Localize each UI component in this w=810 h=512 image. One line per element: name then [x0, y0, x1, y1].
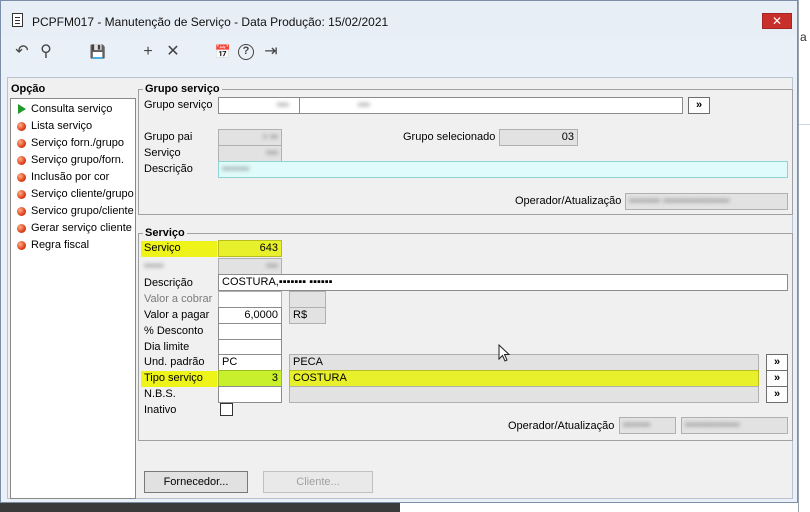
save-icon[interactable]: 💾 [89, 43, 107, 61]
bullet-icon [17, 190, 26, 199]
option-gerar-servico-cliente[interactable]: Gerar serviço cliente [15, 220, 137, 237]
help-icon[interactable]: ? [238, 44, 254, 60]
grupo-operador-label: Operador/Atualização [515, 195, 622, 207]
options-title: Opção [11, 83, 46, 95]
descricao-label: Descrição [144, 163, 193, 175]
grupo-descricao-field[interactable]: ▪▪▪▪▪▪▪ [218, 161, 788, 178]
valor-cobrar-label: Valor a cobrar [144, 293, 213, 305]
und-padrao-code-field[interactable]: PC [218, 354, 282, 371]
und-padrao-label: Und. padrão [144, 356, 205, 368]
nbs-code-field[interactable] [218, 386, 282, 403]
bullet-icon [17, 224, 26, 233]
option-inclusao-por-cor[interactable]: Inclusão por cor [15, 169, 137, 186]
nbs-label: N.B.S. [144, 388, 176, 400]
servico-descricao-label: Descrição [144, 277, 193, 289]
grupo-servico-value-field: ▪▪▪ [218, 145, 282, 162]
grupo-selecionado-label: Grupo selecionado [403, 131, 496, 143]
servico-operador-label: Operador/Atualização [508, 420, 615, 432]
grupo-servico-lookup-button[interactable]: » [688, 97, 710, 114]
bullet-icon [17, 122, 26, 131]
grupo-pai-field: ▪ ▪▪ [218, 129, 282, 146]
grupo-servico-desc-field[interactable]: ▪▪▪ [299, 97, 683, 114]
undo-icon[interactable]: ↶ [13, 43, 31, 61]
option-regra-fiscal[interactable]: Regra fiscal [15, 237, 137, 254]
grupo-operador-field: ▪▪▪▪▪▪▪▪ ▪▪▪▪▪▪▪▪▪▪▪▪▪▪▪▪▪ [625, 193, 788, 210]
servico-hidden-field: ▪▪▪ [218, 258, 282, 275]
taskbar-strip [0, 503, 400, 512]
option-label: Servico grupo/cliente [31, 205, 134, 217]
inativo-label: Inativo [144, 404, 177, 416]
grupo-servico-label: Grupo serviço [144, 99, 213, 111]
add-icon[interactable]: + [139, 43, 157, 61]
option-label: Serviço forn./grupo [31, 137, 124, 149]
toolbar: ↶ ⚲ 💾 + ✕ 📅 ? ⇥ [9, 39, 309, 65]
nbs-desc-field [289, 386, 759, 403]
option-label: Gerar serviço cliente [31, 222, 132, 234]
main-window: PCPFM017 - Manutenção de Serviço - Data … [0, 0, 798, 503]
option-label: Regra fiscal [31, 239, 90, 251]
nbs-lookup-button[interactable]: » [766, 386, 788, 403]
option-servico-forn-grupo[interactable]: Serviço forn./grupo [15, 135, 137, 152]
servico-code-label: Serviço [141, 241, 217, 257]
option-consulta-servico[interactable]: Consulta serviço [15, 101, 137, 118]
background-window-edge: a [798, 0, 810, 512]
cliente-button[interactable]: Cliente... [263, 471, 373, 493]
search-icon[interactable]: ⚲ [37, 43, 55, 61]
bullet-icon [17, 207, 26, 216]
exit-icon[interactable]: ⇥ [262, 43, 280, 61]
option-label: Inclusão por cor [31, 171, 110, 183]
bullet-icon [17, 139, 26, 148]
inativo-checkbox[interactable] [220, 403, 233, 416]
dia-limite-label: Dia limite [144, 341, 190, 353]
fornecedor-button[interactable]: Fornecedor... [144, 471, 248, 493]
valor-pagar-currency-field: R$ [289, 307, 326, 324]
option-servico-grupo-cliente[interactable]: Servico grupo/cliente [15, 203, 137, 220]
option-label: Consulta serviço [31, 103, 113, 115]
tipo-servico-label: Tipo serviço [141, 371, 217, 387]
und-padrao-lookup-button[interactable]: » [766, 354, 788, 371]
bullet-icon [17, 241, 26, 250]
option-label: Serviço grupo/forn. [31, 154, 124, 166]
bullet-icon [17, 156, 26, 165]
mouse-cursor-icon [498, 344, 511, 362]
grupo-servico-title: Grupo serviço [143, 83, 222, 95]
tipo-servico-code-field[interactable]: 3 [218, 370, 282, 387]
option-servico-grupo-forn[interactable]: Serviço grupo/forn. [15, 152, 137, 169]
calendar-icon[interactable]: 📅 [214, 43, 232, 61]
arrow-right-icon [18, 104, 26, 114]
desconto-label: % Desconto [144, 325, 204, 337]
grupo-servico-code-field[interactable]: ▪▪▪ [218, 97, 300, 114]
servico-atualizacao-field: ▪▪▪▪▪▪▪▪▪▪▪▪▪▪ [681, 417, 788, 434]
grupo-pai-label: Grupo pai [144, 131, 193, 143]
document-icon [12, 13, 23, 27]
tipo-servico-desc-field: COSTURA [289, 370, 759, 387]
valor-cobrar-currency-field [289, 291, 326, 308]
servico-label: Serviço [144, 147, 181, 159]
servico-code-field[interactable]: 643 [218, 240, 282, 257]
options-list: Consulta serviço Lista serviço Serviço f… [10, 98, 136, 499]
title-bar: PCPFM017 - Manutenção de Serviço - Data … [1, 1, 797, 37]
und-padrao-desc-field: PECA [289, 354, 759, 371]
window-title: PCPFM017 - Manutenção de Serviço - Data … [32, 15, 389, 29]
valor-cobrar-field[interactable] [218, 291, 282, 308]
grupo-selecionado-field: 03 [499, 129, 578, 146]
valor-pagar-label: Valor a pagar [144, 309, 210, 321]
background-text: a [800, 30, 807, 44]
tipo-servico-lookup-button[interactable]: » [766, 370, 788, 387]
servico-descricao-field[interactable]: COSTURA,▪▪▪▪▪▪▪ ▪▪▪▪▪▪ [218, 274, 788, 291]
option-label: Lista serviço [31, 120, 93, 132]
desconto-field[interactable] [218, 323, 282, 340]
option-label: Serviço cliente/grupo [31, 188, 134, 200]
bullet-icon [17, 173, 26, 182]
close-button[interactable]: ✕ [762, 13, 792, 29]
servico-operador-field: ▪▪▪▪▪▪▪ [619, 417, 676, 434]
option-servico-cliente-grupo[interactable]: Serviço cliente/grupo [15, 186, 137, 203]
servico-title: Serviço [143, 227, 187, 239]
servico-hidden-label: ▪▪▪▪▪ [144, 260, 164, 272]
option-lista-servico[interactable]: Lista serviço [15, 118, 137, 135]
delete-icon[interactable]: ✕ [164, 43, 182, 61]
valor-pagar-field[interactable]: 6,0000 [218, 307, 282, 324]
